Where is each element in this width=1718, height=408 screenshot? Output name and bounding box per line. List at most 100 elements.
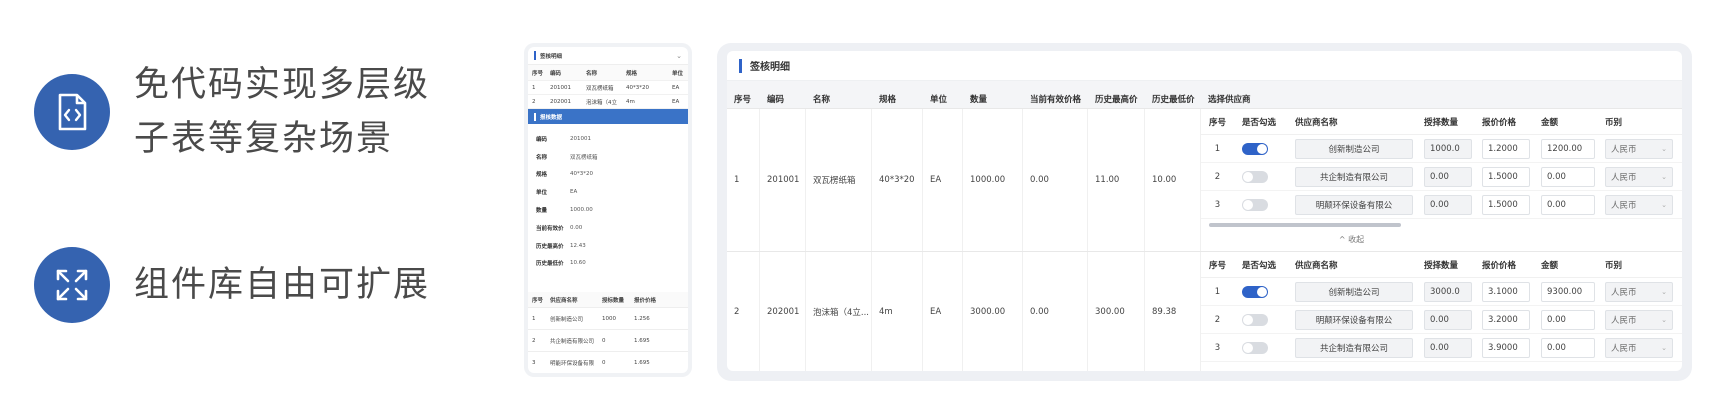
cell: 202001 xyxy=(760,252,806,371)
toggle-switch[interactable] xyxy=(1242,198,1268,211)
quantity-cell: 0.00 xyxy=(1420,309,1478,330)
column-header: 金额 xyxy=(1541,117,1559,128)
column-header: 名称 xyxy=(813,94,831,105)
price-field[interactable]: 3.9000 xyxy=(1482,337,1530,358)
cell: 300.00 xyxy=(1088,252,1145,371)
quantity-field[interactable]: 0.00 xyxy=(1424,309,1472,330)
table-row[interactable]: 2 202001 泡沫箱（4立 4m EA xyxy=(528,95,688,109)
column-header: 历史最高价 xyxy=(1095,94,1138,105)
quantity-field[interactable]: 0.00 xyxy=(1424,166,1472,187)
mobile-section-header[interactable]: 签核明细 ⌄ xyxy=(528,47,688,65)
amount-field[interactable]: 0.00 xyxy=(1541,309,1595,330)
supplier-name-field[interactable]: 创新制造公司 xyxy=(1295,281,1413,302)
toggle-switch[interactable] xyxy=(1242,285,1268,298)
cell: 1 xyxy=(532,84,536,91)
select-toggle[interactable] xyxy=(1234,170,1291,183)
desktop-section-title: 签核明细 xyxy=(750,62,790,73)
currency-select[interactable]: 人民币 ⌄ xyxy=(1605,194,1673,215)
table-row[interactable]: 1 201001 双瓦楞纸箱 40*3*20 EA xyxy=(528,81,688,95)
supplier-row: 1 创新制造公司 1000.0 1.2000 1200.00 人民币 ⌄ xyxy=(1201,135,1682,163)
field-label: 历史最高价 xyxy=(536,243,564,250)
desktop-screen: 签核明细 序号 编码 名称 规格 单位 数量 当前有效价格 历史最高价 历史最低… xyxy=(727,51,1682,371)
price-field[interactable]: 1.5000 xyxy=(1482,166,1530,187)
select-toggle[interactable] xyxy=(1234,285,1291,298)
chevron-down-icon: ⌄ xyxy=(1661,287,1667,296)
scrollbar-thumb[interactable] xyxy=(1209,223,1401,227)
mobile-supplier-table: 序号 供应商名称 授标数量 报价价格 1 创新制造公司 1000 1.256 2… xyxy=(528,292,688,373)
mobile-detail-header[interactable]: 报核数据 xyxy=(528,109,688,124)
detail-field: 历史最低价 10.60 xyxy=(536,255,680,273)
select-toggle[interactable] xyxy=(1234,313,1291,326)
field-value: 双瓦楞纸箱 xyxy=(570,154,598,161)
quantity-field[interactable]: 0.00 xyxy=(1424,337,1472,358)
cell: 共企制造有限公司 xyxy=(550,338,595,345)
amount-cell: 0.00 xyxy=(1537,166,1601,187)
toggle-switch[interactable] xyxy=(1242,170,1268,183)
currency-select[interactable]: 人民币 ⌄ xyxy=(1605,166,1673,187)
quantity-field[interactable]: 0.00 xyxy=(1424,194,1472,215)
price-field[interactable]: 1.5000 xyxy=(1482,194,1530,215)
supplier-name-field[interactable]: 共企制造有限公司 xyxy=(1295,337,1413,358)
supplier-name-cell: 共企制造有限公司 xyxy=(1291,166,1420,187)
cell: 2 xyxy=(532,98,536,105)
cell: 1 xyxy=(727,109,760,251)
section-accent-bar xyxy=(739,58,742,73)
quantity-field[interactable]: 1000.0 xyxy=(1424,138,1472,159)
horizontal-scrollbar[interactable] xyxy=(1201,222,1682,229)
currency-select[interactable]: 人民币 ⌄ xyxy=(1605,309,1673,330)
toggle-switch[interactable] xyxy=(1242,341,1268,354)
select-toggle[interactable] xyxy=(1234,341,1291,354)
amount-field[interactable]: 0.00 xyxy=(1541,166,1595,187)
supplier-name-field[interactable]: 明颠环保设备有限公 xyxy=(1295,194,1413,215)
supplier-row[interactable]: 3 明能环保设备有限 0 1.695 xyxy=(528,352,688,373)
price-cell: 1.2000 xyxy=(1478,138,1537,159)
chevron-down-icon: ⌄ xyxy=(1661,144,1667,153)
cell: 1 xyxy=(1214,143,1221,154)
mobile-supplier-header: 序号 供应商名称 授标数量 报价价格 xyxy=(528,292,688,308)
column-header: 币别 xyxy=(1605,117,1623,128)
supplier-name-field[interactable]: 明颠环保设备有限公 xyxy=(1295,309,1413,330)
supplier-name-cell: 明颠环保设备有限公 xyxy=(1291,194,1420,215)
supplier-row[interactable]: 1 创新制造公司 1000 1.256 xyxy=(528,308,688,330)
amount-field[interactable]: 1200.00 xyxy=(1541,138,1595,159)
collapse-button[interactable]: ^ 收起 xyxy=(1201,229,1682,251)
column-header: 序号 xyxy=(734,94,752,105)
currency-select[interactable]: 人民币 ⌄ xyxy=(1605,281,1673,302)
amount-field[interactable]: 0.00 xyxy=(1541,337,1595,358)
cell: 2 xyxy=(1214,171,1221,182)
amount-field[interactable]: 0.00 xyxy=(1541,194,1595,215)
price-field[interactable]: 3.2000 xyxy=(1482,309,1530,330)
supplier-subtable: 序号 是否勾选 供应商名称 授择数量 报价价格 金额 币别 1 创新制造公司 3… xyxy=(1201,252,1682,371)
toggle-switch[interactable] xyxy=(1242,313,1268,326)
quantity-field[interactable]: 3000.0 xyxy=(1424,281,1472,302)
chevron-down-icon[interactable]: ⌄ xyxy=(676,52,682,60)
select-toggle[interactable] xyxy=(1234,142,1291,155)
amount-field[interactable]: 9300.00 xyxy=(1541,281,1595,302)
supplier-name-field[interactable]: 创新制造公司 xyxy=(1295,138,1413,159)
currency-select[interactable]: 人民币 ⌄ xyxy=(1605,138,1673,159)
supplier-name-cell: 明颠环保设备有限公 xyxy=(1291,309,1420,330)
currency-value: 人民币 xyxy=(1611,144,1637,155)
cell: 双瓦楞纸箱 xyxy=(806,109,872,251)
price-field[interactable]: 3.1000 xyxy=(1482,281,1530,302)
cell: 1000.00 xyxy=(963,109,1023,251)
table-row: 1 201001 双瓦楞纸箱 40*3*20 EA 1000.00 0.00 1… xyxy=(727,109,1682,252)
select-toggle[interactable] xyxy=(1234,198,1291,211)
cell: 泡沫箱（4立 xyxy=(586,99,617,106)
code-file-icon xyxy=(34,74,110,150)
field-label: 数量 xyxy=(536,208,548,215)
currency-select[interactable]: 人民币 ⌄ xyxy=(1605,337,1673,358)
subtable-header: 序号 是否勾选 供应商名称 授择数量 报价价格 金额 币别 xyxy=(1201,109,1682,135)
toggle-switch[interactable] xyxy=(1242,142,1268,155)
field-value: 10.60 xyxy=(570,260,586,267)
currency-value: 人民币 xyxy=(1611,172,1637,183)
toggle-knob xyxy=(1243,342,1253,353)
supplier-row: 2 共企制造有限公司 0.00 1.5000 0.00 人民币 ⌄ xyxy=(1201,163,1682,191)
supplier-name-field[interactable]: 共企制造有限公司 xyxy=(1295,166,1413,187)
price-field[interactable]: 1.2000 xyxy=(1482,138,1530,159)
supplier-row[interactable]: 2 共企制造有限公司 0 1.695 xyxy=(528,330,688,352)
cell: 1.695 xyxy=(634,337,650,344)
field-label: 名称 xyxy=(536,154,548,161)
spacer xyxy=(727,81,1682,89)
cell: 0.00 xyxy=(1023,109,1088,251)
